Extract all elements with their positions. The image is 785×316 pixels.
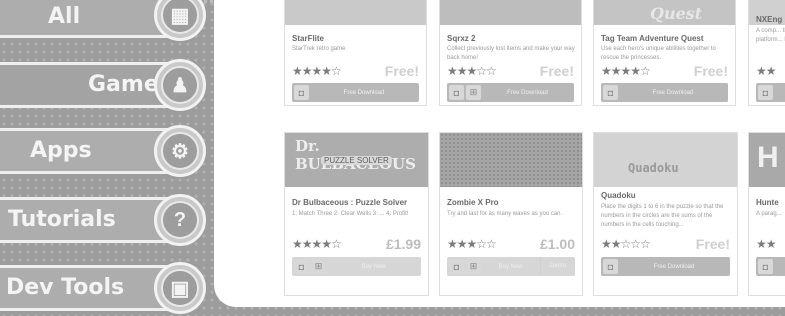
thumbnail-banner: Quest bbox=[650, 4, 703, 23]
card-price: Free! bbox=[695, 236, 730, 252]
rating-stars: ★★ bbox=[756, 237, 776, 251]
rating-stars: ★★★★☆ bbox=[601, 64, 651, 78]
card-title: StarFlite bbox=[292, 34, 325, 43]
rating-stars: ★★★☆☆ bbox=[447, 64, 497, 78]
card-sqrxz-2[interactable]: Sqrxz 2 Collect previously lost items an… bbox=[439, 0, 582, 106]
nav-devtools[interactable]: Dev Tools ▣ bbox=[0, 262, 206, 314]
download-label: Free Download bbox=[652, 89, 694, 96]
nav-devtools-label: Dev Tools bbox=[6, 275, 125, 300]
buy-now-button[interactable]: ◘ ⊞ Buy Now bbox=[292, 257, 421, 276]
game-thumbnail bbox=[285, 0, 426, 25]
card-zombie-x-pro[interactable]: Zombie X Pro Try and last for as many wa… bbox=[439, 132, 583, 296]
card-nxengine[interactable]: NXEng A comp... the ma... platform... kn… bbox=[748, 0, 785, 106]
catalog-panel: StarFlite StarTrek retro game ★★★★☆ Free… bbox=[214, 0, 785, 307]
thumbnail-banner: H bbox=[757, 141, 779, 174]
game-thumbnail: Quadoku bbox=[594, 133, 737, 187]
platform-icon: ◘ bbox=[449, 259, 464, 274]
download-button[interactable]: ◘ bbox=[756, 83, 785, 102]
grid-icon: ▦ bbox=[154, 0, 206, 41]
game-thumbnail bbox=[440, 133, 582, 187]
platform-icon: ◘ bbox=[603, 259, 618, 274]
rating-stars: ★★★★☆ bbox=[292, 237, 342, 251]
platform-icon: ◘ bbox=[758, 85, 773, 100]
platform-icon: ◘ bbox=[294, 85, 309, 100]
game-thumbnail: Dr. BULBACEOUS PUZZLE SOLVER bbox=[285, 133, 428, 187]
rating-stars: ★★★☆☆ bbox=[447, 237, 497, 251]
card-description: Place the digits 1 to 6 in the puzzle so… bbox=[601, 204, 724, 228]
question-icon: ? bbox=[154, 194, 206, 246]
thumbnail-banner: Quadoku bbox=[628, 161, 679, 175]
card-hunter[interactable]: H Hunte A parag... ★★ ◘ bbox=[748, 132, 785, 296]
nav-apps[interactable]: Apps ⚙ bbox=[0, 125, 206, 177]
buy-now-label: Buy Now bbox=[498, 263, 523, 270]
card-description: A comp... the ma... platform... known... bbox=[756, 28, 785, 43]
joystick-icon: ♟ bbox=[154, 59, 206, 111]
gears-icon: ⚙ bbox=[154, 125, 206, 177]
game-thumbnail: Quest bbox=[594, 0, 735, 25]
card-description: Try and last for as many waves as you ca… bbox=[447, 211, 563, 217]
download-label: Free Download bbox=[653, 263, 695, 270]
card-description: Use each hero's unique abilities togethe… bbox=[601, 46, 716, 61]
platform-icon: ◘ bbox=[603, 85, 618, 100]
card-title: NXEng bbox=[756, 15, 783, 24]
card-quadoku[interactable]: Quadoku Quadoku Place the digits 1 to 6 … bbox=[593, 132, 738, 296]
download-label: Free Download bbox=[343, 89, 385, 96]
download-button[interactable]: ◘ bbox=[756, 257, 785, 276]
download-label: Free Download bbox=[507, 89, 548, 96]
windows-icon: ⊞ bbox=[311, 259, 326, 274]
nav-tutorials[interactable]: Tutorials ? bbox=[0, 194, 206, 246]
rating-stars: ★★☆☆☆ bbox=[601, 237, 651, 251]
card-title: Hunte bbox=[756, 198, 779, 207]
card-title: Dr Bulbaceous : Puzzle Solver bbox=[292, 198, 408, 207]
card-description: 1: Match Three 2: Clear Wells 3: ... 4: … bbox=[292, 211, 409, 217]
card-price: Free! bbox=[539, 63, 574, 79]
platform-icon: ◘ bbox=[294, 259, 309, 274]
platform-icon: ◘ bbox=[449, 85, 464, 100]
game-thumbnail bbox=[440, 0, 581, 25]
card-price: £1.99 bbox=[385, 236, 421, 252]
card-title: Tag Team Adventure Quest bbox=[601, 34, 704, 43]
card-tag-team-adventure-quest[interactable]: Quest Tag Team Adventure Quest Use each … bbox=[593, 0, 736, 106]
card-title: Sqrxz 2 bbox=[447, 34, 476, 43]
nav-apps-label: Apps bbox=[30, 138, 92, 163]
card-price: Free! bbox=[384, 63, 419, 79]
windows-icon: ⊞ bbox=[466, 259, 481, 274]
thumbnail-banner-title: Dr. BULBACEOUS bbox=[295, 137, 416, 173]
buy-now-label: Buy Now bbox=[361, 263, 386, 270]
card-price: £1.00 bbox=[539, 236, 575, 252]
download-button[interactable]: ◘ Free Download bbox=[601, 83, 728, 102]
card-dr-bulbaceous[interactable]: Dr. BULBACEOUS PUZZLE SOLVER Dr Bulbaceo… bbox=[284, 132, 429, 296]
rating-stars: ★★★★☆ bbox=[292, 64, 342, 78]
card-starflite[interactable]: StarFlite StarTrek retro game ★★★★☆ Free… bbox=[284, 0, 427, 106]
platform-icon: ◘ bbox=[758, 259, 773, 274]
card-title: Quadoku bbox=[601, 191, 636, 200]
blocks-icon: ▣ bbox=[154, 262, 206, 314]
download-button[interactable]: ◘ Free Download bbox=[292, 83, 419, 102]
card-price: Free! bbox=[693, 63, 728, 79]
nav-games[interactable]: Games ♟ bbox=[0, 59, 206, 111]
card-description: StarTrek retro game bbox=[292, 46, 346, 52]
nav-all[interactable]: All ▦ bbox=[0, 0, 206, 41]
download-button[interactable]: ◘ Free Download bbox=[601, 257, 730, 276]
game-thumbnail: H bbox=[749, 133, 785, 187]
rating-stars: ★★ bbox=[756, 64, 776, 78]
card-description: A parag... bbox=[756, 211, 782, 217]
buy-now-button[interactable]: ◘ ⊞ Buy Now Demo bbox=[447, 257, 575, 276]
nav-tutorials-label: Tutorials bbox=[8, 207, 116, 232]
thumbnail-banner-subtitle: PUZZLE SOLVER bbox=[321, 156, 392, 165]
nav-all-label: All bbox=[48, 4, 81, 29]
card-description: Collect previously lost items and make y… bbox=[447, 46, 575, 61]
demo-button[interactable]: Demo bbox=[540, 257, 575, 276]
card-title: Zombie X Pro bbox=[447, 198, 499, 207]
windows-icon: ⊞ bbox=[466, 85, 481, 100]
download-button[interactable]: ◘ ⊞ Free Download bbox=[447, 83, 574, 102]
